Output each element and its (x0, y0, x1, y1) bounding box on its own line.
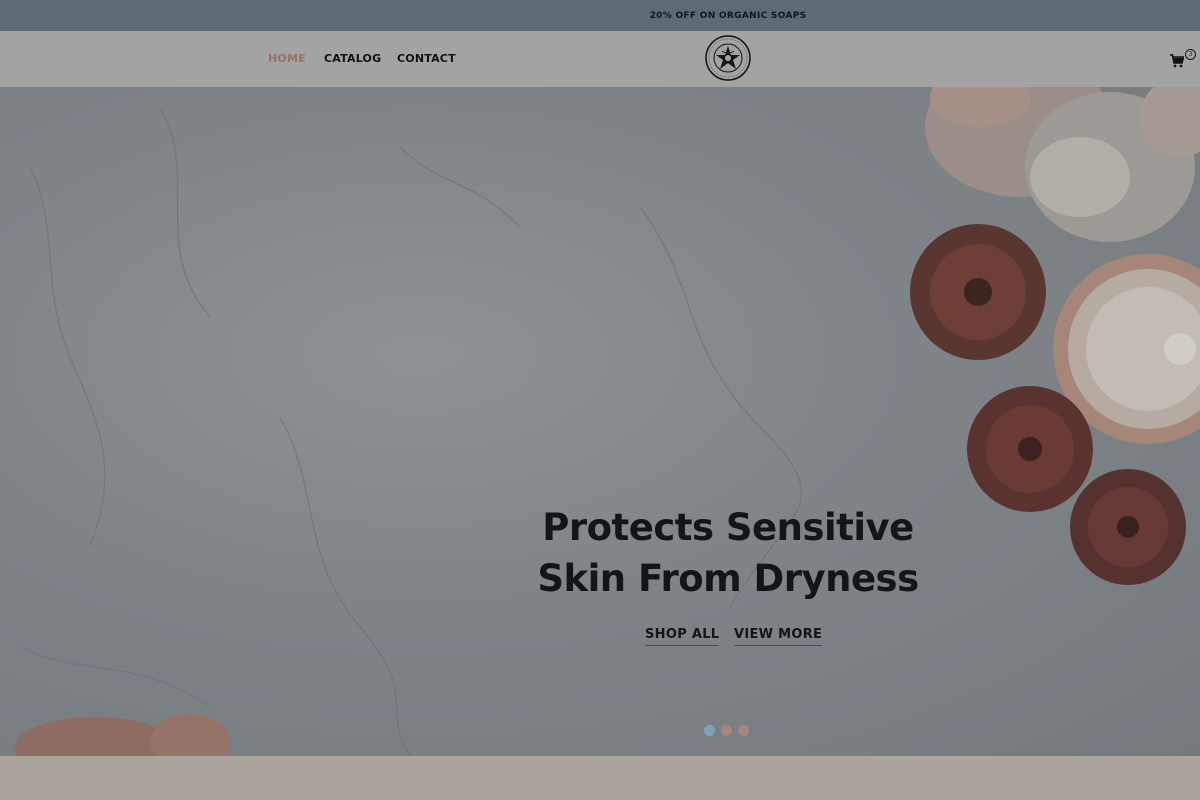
promo-text: 20% OFF ON ORGANIC SOAPS (649, 10, 807, 21)
next-section (0, 756, 1200, 800)
hero-title-line-2: Skin From Dryness (537, 557, 919, 600)
slider-dot-2[interactable] (721, 725, 732, 736)
shopping-cart-icon (1170, 54, 1184, 68)
shop-all-button[interactable]: SHOP ALL (645, 627, 720, 646)
main-nav: HOME CATALOG CONTACT 3 (0, 31, 1200, 87)
slider-dot-1[interactable] (704, 725, 715, 736)
slider-dots (704, 725, 749, 736)
nav-link-home[interactable]: HOME (268, 52, 306, 65)
nav-link-catalog[interactable]: CATALOG (324, 52, 381, 65)
seal-logo-icon[interactable] (705, 35, 751, 81)
hero-title-line-1: Protects Sensitive (542, 506, 914, 549)
cart-count-badge: 3 (1185, 49, 1196, 60)
promo-bar: 20% OFF ON ORGANIC SOAPS (0, 0, 1200, 31)
hero-banner: Protects Sensitive Skin From Dryness SHO… (0, 87, 1200, 756)
hero-background-image (15, 87, 1200, 756)
nav-link-contact[interactable]: CONTACT (397, 52, 456, 65)
hero-title: Protects Sensitive Skin From Dryness (528, 502, 928, 604)
slider-dot-3[interactable] (738, 725, 749, 736)
view-more-button[interactable]: VIEW MORE (734, 627, 823, 646)
cart-button[interactable]: 3 (1168, 49, 1198, 71)
